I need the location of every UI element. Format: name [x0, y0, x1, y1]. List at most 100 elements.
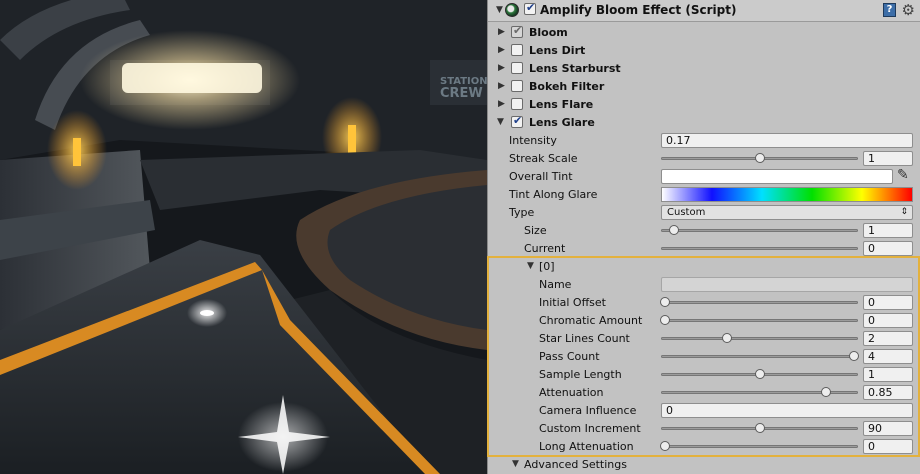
tint-along-glare-gradient[interactable]: [661, 187, 913, 202]
size-field[interactable]: 1: [863, 223, 913, 238]
section-label: Lens Starburst: [529, 62, 621, 75]
initial-offset-label: Initial Offset: [539, 296, 606, 309]
sample-length-slider[interactable]: [661, 367, 858, 382]
tint-along-glare-row: Tint Along Glare: [488, 185, 920, 203]
foldout-arrow-icon[interactable]: ▶: [498, 81, 505, 91]
section-label: Lens Flare: [529, 98, 594, 111]
chromatic-amount-row: Chromatic Amount 0: [488, 311, 920, 329]
long-attenuation-field[interactable]: 0: [863, 439, 913, 454]
long-attenuation-label: Long Attenuation: [539, 440, 634, 453]
star-lines-count-label: Star Lines Count: [539, 332, 630, 345]
section-lens-dirt[interactable]: ▶ Lens Dirt: [488, 41, 920, 59]
foldout-arrow-icon[interactable]: ▶: [498, 27, 505, 37]
slider-thumb[interactable]: [754, 423, 765, 433]
current-slider[interactable]: [661, 241, 858, 256]
custom-increment-field[interactable]: 90: [863, 421, 913, 436]
section-bokeh-filter[interactable]: ▶ Bokeh Filter: [488, 77, 920, 95]
section-bloom[interactable]: ▶ Bloom: [488, 23, 920, 41]
type-label: Type: [509, 206, 535, 219]
lens-flare-checkbox[interactable]: [511, 98, 523, 110]
long-attenuation-slider[interactable]: [660, 439, 858, 454]
name-field[interactable]: [661, 277, 913, 292]
component-foldout-arrow[interactable]: ▼: [496, 5, 503, 15]
section-label: Bloom: [529, 26, 568, 39]
sample-length-label: Sample Length: [539, 368, 622, 381]
bokeh-filter-checkbox[interactable]: [511, 80, 523, 92]
attenuation-label: Attenuation: [539, 386, 604, 399]
custom-increment-slider[interactable]: [661, 421, 858, 436]
slider-thumb[interactable]: [820, 387, 831, 397]
section-lens-flare[interactable]: ▶ Lens Flare: [488, 95, 920, 113]
pass-count-slider[interactable]: [661, 349, 859, 364]
size-slider[interactable]: [661, 223, 858, 238]
inspector-panel: ▼ Amplify Bloom Effect (Script) ? ⚙ ▶ Bl…: [487, 0, 920, 474]
streak-scale-row: Streak Scale 1: [488, 149, 920, 167]
attenuation-row: Attenuation 0.85: [488, 383, 920, 401]
pass-count-label: Pass Count: [539, 350, 600, 363]
bloom-checkbox[interactable]: [511, 24, 523, 38]
type-dropdown-value: Custom: [667, 207, 706, 218]
star-lines-count-slider[interactable]: [661, 331, 858, 346]
foldout-arrow-icon[interactable]: ▼: [497, 117, 504, 127]
initial-offset-slider[interactable]: [660, 295, 858, 310]
sample-length-row: Sample Length 1: [488, 365, 920, 383]
long-attenuation-row: Long Attenuation 0: [488, 437, 920, 455]
station-sign-line2: CREW: [440, 86, 483, 101]
slider-thumb[interactable]: [669, 225, 680, 235]
foldout-arrow-icon[interactable]: ▼: [527, 261, 534, 271]
streak-scale-field[interactable]: 1: [863, 151, 913, 166]
current-row: Current 0: [488, 239, 920, 257]
star-lines-count-field[interactable]: 2: [863, 331, 913, 346]
chromatic-amount-field[interactable]: 0: [863, 313, 913, 328]
intensity-field[interactable]: 0.17: [661, 133, 913, 148]
foldout-arrow-icon[interactable]: ▶: [498, 99, 505, 109]
slider-thumb[interactable]: [660, 315, 670, 325]
camera-influence-field[interactable]: 0: [661, 403, 913, 418]
slider-thumb[interactable]: [849, 351, 859, 361]
name-label: Name: [539, 278, 572, 291]
slider-thumb[interactable]: [754, 369, 765, 379]
slider-thumb[interactable]: [754, 153, 765, 163]
lens-glare-checkbox[interactable]: [511, 114, 523, 128]
sample-length-field[interactable]: 1: [863, 367, 913, 382]
foldout-arrow-icon[interactable]: ▼: [512, 459, 519, 469]
attenuation-field[interactable]: 0.85: [863, 385, 913, 400]
component-title: Amplify Bloom Effect (Script): [540, 3, 737, 17]
overall-tint-row: Overall Tint ✎: [488, 167, 920, 185]
component-enabled-checkbox[interactable]: [524, 1, 536, 15]
element-index-label: [0]: [539, 260, 555, 273]
section-lens-glare[interactable]: ▼ Lens Glare: [488, 113, 920, 131]
streak-scale-slider[interactable]: [661, 151, 858, 166]
slider-thumb[interactable]: [722, 333, 733, 343]
lens-dirt-checkbox[interactable]: [511, 44, 523, 56]
pass-count-field[interactable]: 4: [863, 349, 913, 364]
component-header[interactable]: ▼ Amplify Bloom Effect (Script) ? ⚙: [488, 0, 920, 22]
section-label: Lens Dirt: [529, 44, 586, 57]
gear-icon[interactable]: ⚙: [902, 1, 915, 19]
advanced-settings-foldout[interactable]: ▼ Advanced Settings: [488, 455, 920, 473]
current-field[interactable]: 0: [863, 241, 913, 256]
section-lens-starburst[interactable]: ▶ Lens Starburst: [488, 59, 920, 77]
element-0-header[interactable]: ▼ [0]: [488, 257, 920, 275]
overall-tint-color-field[interactable]: [661, 169, 893, 184]
type-dropdown[interactable]: Custom ⇕: [661, 205, 913, 220]
lens-starburst-checkbox[interactable]: [511, 62, 523, 74]
intensity-row: Intensity 0.17: [488, 131, 920, 149]
scene-render: STATION CREW: [0, 0, 487, 474]
overall-tint-label: Overall Tint: [509, 170, 573, 183]
advanced-settings-label: Advanced Settings: [524, 458, 627, 471]
script-component-icon: [505, 3, 519, 17]
section-label: Lens Glare: [529, 116, 595, 129]
size-label: Size: [524, 224, 547, 237]
help-book-icon[interactable]: ?: [883, 3, 896, 17]
foldout-arrow-icon[interactable]: ▶: [498, 63, 505, 73]
initial-offset-field[interactable]: 0: [863, 295, 913, 310]
type-row: Type Custom ⇕: [488, 203, 920, 221]
chromatic-amount-slider[interactable]: [660, 313, 858, 328]
chromatic-amount-label: Chromatic Amount: [539, 314, 643, 327]
attenuation-slider[interactable]: [661, 385, 858, 400]
slider-thumb[interactable]: [660, 297, 670, 307]
eyedropper-icon[interactable]: ✎: [897, 167, 909, 183]
slider-thumb[interactable]: [660, 441, 670, 451]
foldout-arrow-icon[interactable]: ▶: [498, 45, 505, 55]
